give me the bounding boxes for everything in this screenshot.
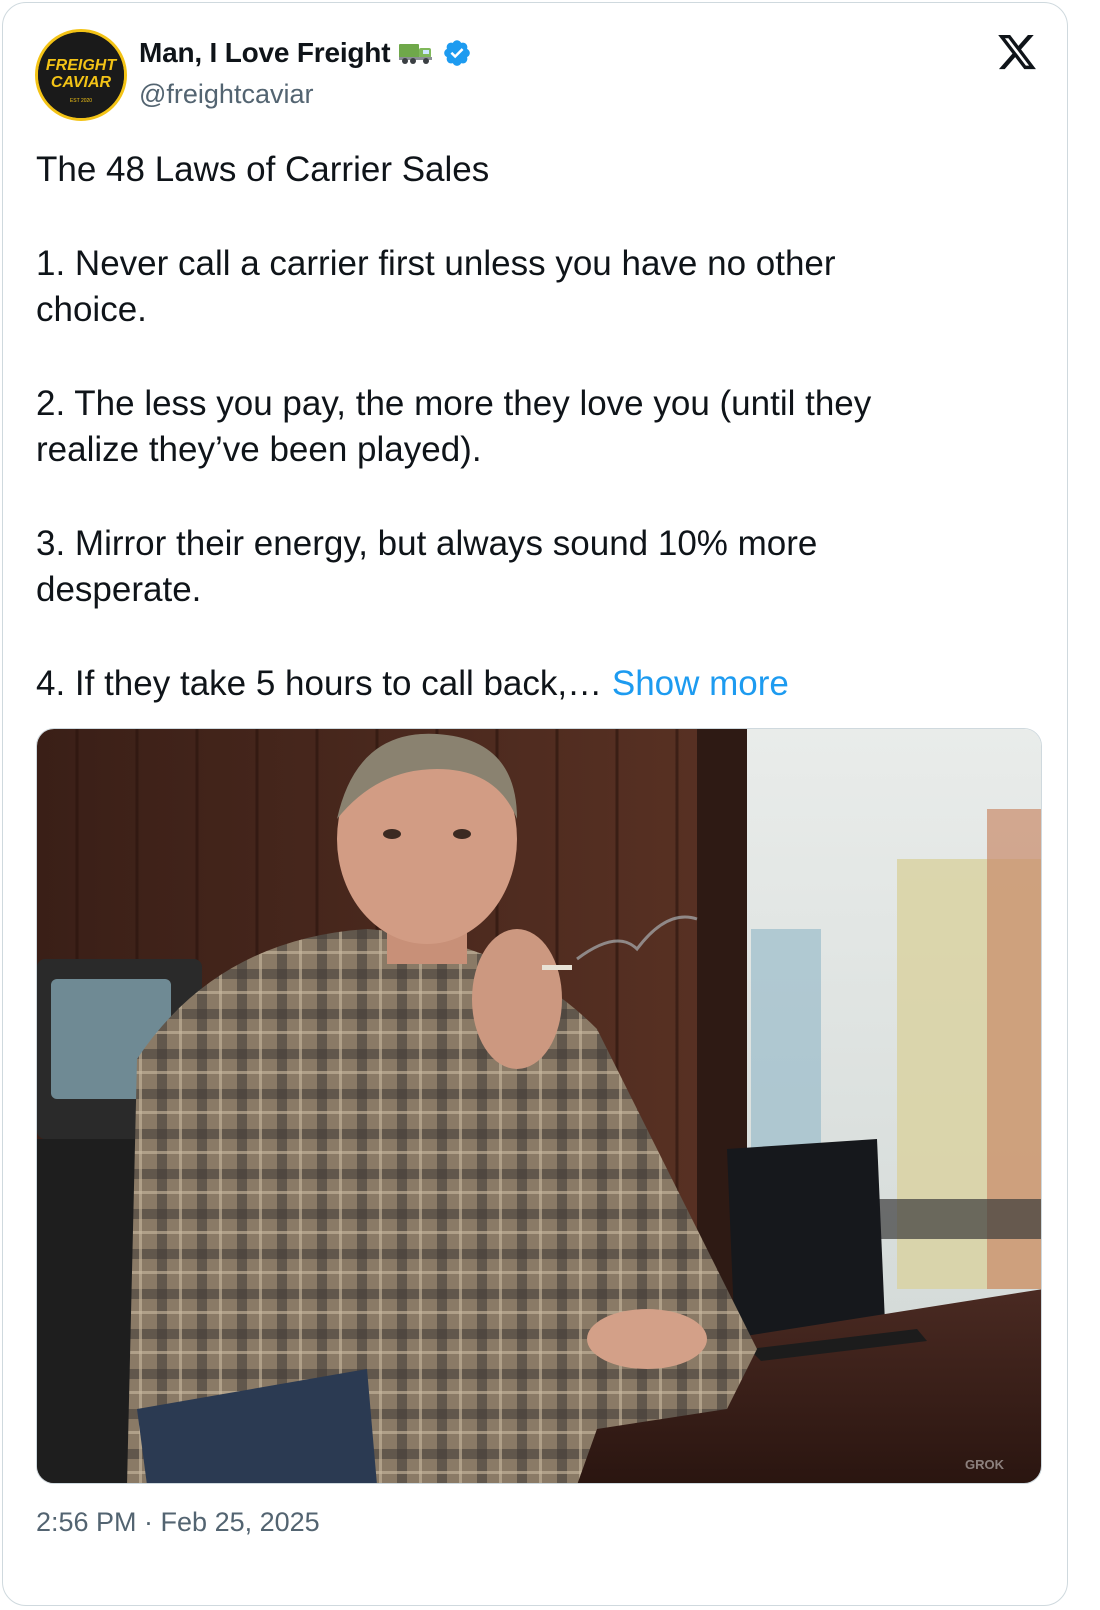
law-1-line-1: 1. Never call a carrier first unless you… (36, 244, 836, 283)
law-1-line-2: choice. (36, 290, 147, 329)
law-4-truncated-line: 4. If they take 5 hours to call back,… S… (36, 661, 1036, 707)
law-2-line-2: realize they’ve been played). (36, 430, 482, 469)
freight-caviar-logo: FREIGHT CAVIAR EST 2020 (38, 32, 124, 118)
law-3-line-1: 3. Mirror their energy, but always sound… (36, 524, 818, 563)
svg-text:FREIGHT: FREIGHT (46, 57, 117, 74)
avatar[interactable]: FREIGHT CAVIAR EST 2020 (35, 29, 127, 121)
law-4-text: 4. If they take 5 hours to call back,… (36, 664, 612, 703)
author-name-row: Man, I Love Freight (139, 35, 472, 71)
svg-text:EST 2020: EST 2020 (70, 98, 92, 104)
tweet-timestamp[interactable]: 2:56 PM · Feb 25, 2025 (36, 1507, 320, 1538)
show-more-link[interactable]: Show more (612, 664, 789, 703)
svg-text:GROK: GROK (965, 1457, 1005, 1472)
verified-badge-icon[interactable] (442, 38, 472, 68)
author-handle[interactable]: @freightcaviar (139, 79, 313, 110)
svg-text:CAVIAR: CAVIAR (51, 74, 112, 91)
truck-emoji-icon (398, 40, 434, 66)
office-photo-illustration: GROK (37, 729, 1041, 1483)
author-display-name[interactable]: Man, I Love Freight (139, 37, 391, 69)
x-logo-icon[interactable] (995, 31, 1039, 73)
law-3-line-2: desperate. (36, 570, 202, 609)
tweet-card: FREIGHT CAVIAR EST 2020 Man, I Love Frei… (2, 2, 1068, 1606)
tweet-media-image[interactable]: GROK (36, 728, 1042, 1484)
law-2-line-1: 2. The less you pay, the more they love … (36, 384, 872, 423)
tweet-title-line: The 48 Laws of Carrier Sales (36, 150, 490, 189)
tweet-text: The 48 Laws of Carrier Sales 1. Never ca… (36, 147, 1036, 707)
